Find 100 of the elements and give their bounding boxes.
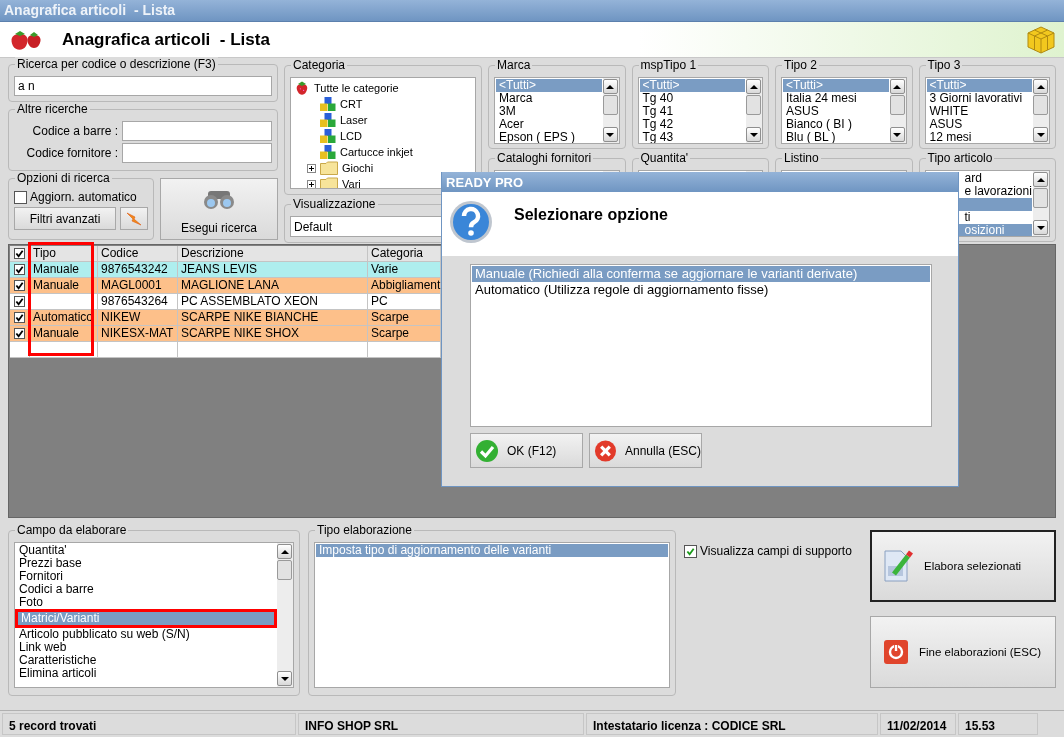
- table-row[interactable]: Automatico NIKEW SCARPE NIKE BIANCHE Scarpe: [10, 310, 441, 326]
- scroll-down-button[interactable]: [1033, 127, 1048, 142]
- list-item[interactable]: Quantita': [16, 544, 276, 557]
- checkbox[interactable]: [14, 312, 25, 323]
- table-cell: Abbigliament: [371, 278, 441, 292]
- list-box[interactable]: <Tutti> Tg 40 Tg 41 Tg 42 Tg 43: [637, 77, 763, 144]
- dialog-button[interactable]: Annulla (ESC): [589, 433, 702, 468]
- scrollbar[interactable]: [277, 543, 293, 687]
- run-search-button[interactable]: Esegui ricerca: [160, 178, 278, 240]
- list-item[interactable]: 3M: [496, 105, 602, 118]
- table-cell: MAGL0001: [101, 278, 162, 292]
- list-item[interactable]: Epson ( EPS ): [496, 131, 602, 143]
- list-item[interactable]: Elimina articoli: [16, 667, 276, 680]
- tree-item[interactable]: Vari: [342, 178, 361, 188]
- table-row[interactable]: 9876543264 PC ASSEMBLATO XEON PC: [10, 294, 441, 310]
- tree-item[interactable]: Tutte le categorie: [314, 82, 399, 94]
- list-box[interactable]: <Tutti> 3 Giorni lavorativi WHITE ASUS 12 mesi: [924, 77, 1050, 144]
- checkbox[interactable]: [14, 328, 25, 339]
- table-cell: PC: [371, 294, 388, 308]
- expand-toggle[interactable]: [306, 163, 316, 173]
- scroll-up-button[interactable]: [1033, 172, 1048, 187]
- cubes-icon: [320, 97, 336, 111]
- list-item[interactable]: Automatico (Utilizza regole di aggiornamento fisse): [472, 282, 930, 298]
- list-item[interactable]: Prezzi base: [16, 557, 276, 570]
- list-item[interactable]: Tg 40: [639, 92, 745, 105]
- table-cell[interactable]: [98, 342, 178, 358]
- tree-item[interactable]: CRT: [340, 98, 363, 110]
- scrollbar[interactable]: [1033, 171, 1049, 236]
- scroll-up-button[interactable]: [1033, 79, 1048, 94]
- scroll-down-button[interactable]: [1033, 220, 1048, 235]
- tree-item[interactable]: Cartucce inkjet: [340, 146, 413, 158]
- list-item[interactable]: ASUS: [926, 118, 1032, 131]
- list-item[interactable]: Link web: [16, 641, 276, 654]
- list-item[interactable]: Tg 42: [639, 118, 745, 131]
- tree-item[interactable]: Giochi: [342, 162, 374, 174]
- scroll-up-button[interactable]: [277, 544, 292, 559]
- expand-toggle[interactable]: [306, 179, 316, 188]
- action-button[interactable]: Elabora selezionati: [870, 530, 1056, 602]
- list-item[interactable]: Codici a barre: [16, 583, 276, 596]
- list-item[interactable]: Italia 24 mesi: [783, 92, 889, 105]
- scroll-down-button[interactable]: [277, 671, 292, 686]
- table-cell: NIKEW: [101, 310, 141, 324]
- action-button[interactable]: Fine elaborazioni (ESC): [870, 616, 1056, 688]
- list-item[interactable]: Blu ( BL ): [783, 131, 889, 143]
- table-row[interactable]: Manuale 9876543242 JEANS LEVIS Varie: [10, 262, 441, 278]
- scroll-up-button[interactable]: [602, 79, 618, 94]
- scroll-down-button[interactable]: [602, 127, 618, 142]
- checkbox[interactable]: [14, 264, 25, 275]
- table-cell[interactable]: [178, 342, 368, 358]
- scrollbar[interactable]: [746, 78, 762, 143]
- checkbox[interactable]: [684, 544, 697, 558]
- input-field[interactable]: [122, 143, 272, 163]
- checkbox[interactable]: [14, 280, 25, 291]
- list-item[interactable]: 12 mesi: [926, 131, 1032, 143]
- scroll-thumb[interactable]: [889, 95, 905, 115]
- scroll-thumb[interactable]: [1033, 95, 1048, 115]
- checkbox[interactable]: [14, 296, 25, 307]
- list-item[interactable]: WHITE: [926, 105, 1032, 118]
- list-item[interactable]: Acer: [496, 118, 602, 131]
- list-box[interactable]: <Tutti> Italia 24 mesi ASUS Bianco ( BI ) Blu ( BL ): [781, 77, 907, 144]
- scroll-thumb[interactable]: [602, 95, 618, 115]
- table-cell: Automatico: [33, 310, 94, 324]
- table-row[interactable]: Manuale MAGL0001 MAGLIONE LANA Abbigliament: [10, 278, 441, 294]
- scroll-thumb[interactable]: [277, 560, 292, 580]
- list-item[interactable]: Bianco ( BI ): [783, 118, 889, 131]
- list-item[interactable]: 3 Giorni lavorativi: [926, 92, 1032, 105]
- advanced-filters-button[interactable]: Filtri avanzati: [14, 207, 116, 230]
- checkbox[interactable]: [14, 190, 27, 204]
- list-item[interactable]: Articolo pubblicato su web (S/N): [16, 628, 276, 641]
- scrollbar[interactable]: [602, 78, 619, 143]
- list-box[interactable]: <Tutti> Marca 3M Acer Epson ( EPS ): [494, 77, 620, 144]
- list-item[interactable]: Tg 43: [639, 131, 745, 143]
- checkbox[interactable]: [14, 248, 25, 259]
- tree-item[interactable]: LCD: [340, 130, 362, 142]
- scrollbar[interactable]: [889, 78, 906, 143]
- dialog-button[interactable]: OK (F12): [470, 433, 583, 468]
- cross-icon: [594, 438, 617, 463]
- list-item[interactable]: Marca: [496, 92, 602, 105]
- search-field[interactable]: a n: [14, 76, 272, 96]
- scroll-up-button[interactable]: [746, 79, 761, 94]
- table-cell[interactable]: [30, 342, 98, 358]
- list-item[interactable]: Foto: [16, 596, 276, 609]
- cube-icon: [1026, 24, 1056, 55]
- caret-down-icon: [606, 132, 614, 137]
- list-item[interactable]: Tg 41: [639, 105, 745, 118]
- scroll-thumb[interactable]: [1033, 188, 1048, 208]
- input-field[interactable]: [122, 121, 272, 141]
- list-box[interactable]: Manuale (Richiedi alla conferma se aggiornare le varianti derivate) Automatico (Utilizza regole di aggiornamento fisse): [470, 264, 932, 427]
- list-item[interactable]: Caratteristiche: [16, 654, 276, 667]
- list-box[interactable]: Quantita' Prezzi base Fornitori Codici a barre Foto Matrici/Varianti Articolo pubblicato su web (S/N) Link web Caratteristiche Elimina articoli: [14, 542, 294, 688]
- scroll-up-button[interactable]: [889, 79, 905, 94]
- tree-item[interactable]: Laser: [340, 114, 368, 126]
- list-item[interactable]: ASUS: [783, 105, 889, 118]
- scrollbar[interactable]: [1033, 78, 1049, 143]
- list-item[interactable]: Fornitori: [16, 570, 276, 583]
- page-title: Anagrafica articoli - Lista: [62, 29, 271, 50]
- scroll-down-button[interactable]: [889, 127, 905, 142]
- scroll-down-button[interactable]: [746, 127, 761, 142]
- table-row[interactable]: Manuale NIKESX-MAT SCARPE NIKE SHOX Scarpe: [10, 326, 441, 342]
- scroll-thumb[interactable]: [746, 95, 761, 115]
